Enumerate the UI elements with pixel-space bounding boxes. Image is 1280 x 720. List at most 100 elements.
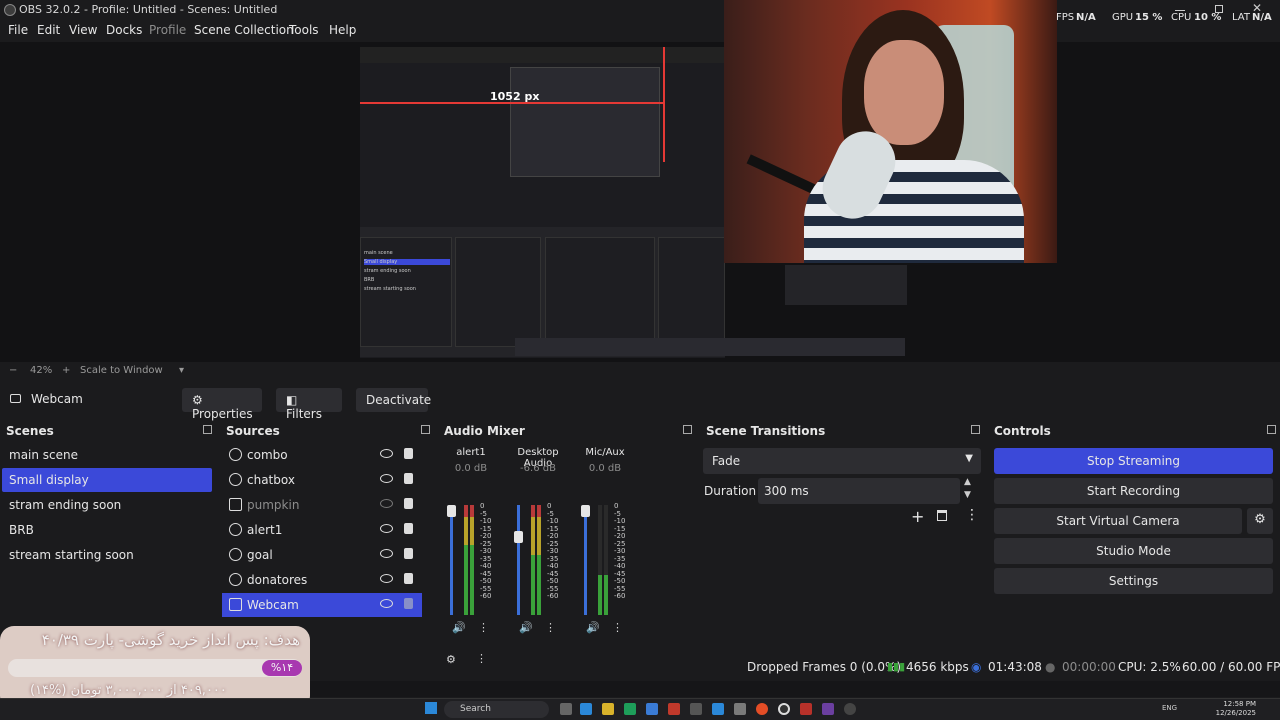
eye-icon[interactable] bbox=[380, 599, 393, 608]
task-view-icon[interactable] bbox=[560, 703, 572, 715]
lock-icon[interactable] bbox=[404, 448, 413, 459]
undock-icon[interactable] bbox=[1267, 425, 1276, 434]
file-explorer-icon[interactable] bbox=[602, 703, 614, 715]
chevron-down-icon[interactable]: ▾ bbox=[179, 365, 184, 376]
lock-icon[interactable] bbox=[404, 498, 413, 509]
stepper-up-icon[interactable]: ▲ bbox=[964, 477, 971, 487]
fader-knob[interactable] bbox=[581, 505, 590, 517]
edge-icon[interactable] bbox=[580, 703, 592, 715]
app-icon[interactable] bbox=[624, 703, 636, 715]
start-recording-button[interactable]: Start Recording bbox=[994, 478, 1273, 504]
eye-icon[interactable] bbox=[380, 574, 393, 583]
eye-icon[interactable] bbox=[380, 549, 393, 558]
source-item[interactable]: pumpkin bbox=[222, 493, 422, 517]
virtual-camera-settings-icon[interactable]: ⚙ bbox=[1247, 508, 1273, 534]
stepper-down-icon[interactable]: ▼ bbox=[964, 490, 971, 500]
menu-docks[interactable]: Docks bbox=[106, 23, 142, 37]
more-icon[interactable]: ⋮ bbox=[478, 621, 489, 634]
menu-profile[interactable]: Profile bbox=[149, 23, 186, 37]
start-virtual-camera-button[interactable]: Start Virtual Camera bbox=[994, 508, 1242, 534]
add-transition-icon[interactable]: + bbox=[911, 507, 924, 526]
app-icon[interactable] bbox=[690, 703, 702, 715]
scene-item[interactable]: main scene bbox=[2, 443, 212, 467]
volume-fader[interactable] bbox=[450, 505, 453, 615]
obs-icon[interactable] bbox=[778, 703, 790, 715]
duration-input[interactable]: 300 ms bbox=[758, 478, 960, 504]
source-item[interactable]: Webcam bbox=[222, 593, 422, 617]
app-icon[interactable] bbox=[712, 703, 724, 715]
app-icon[interactable] bbox=[800, 703, 812, 715]
scene-item[interactable]: BRB bbox=[2, 518, 212, 542]
settings-button[interactable]: Settings bbox=[994, 568, 1273, 594]
bitrate-icon: ▮▮▮ bbox=[887, 660, 906, 673]
eye-icon[interactable] bbox=[380, 474, 393, 483]
filter-icon: ◧ bbox=[286, 393, 298, 407]
language-indicator[interactable]: ENG bbox=[1162, 704, 1177, 712]
app-icon[interactable] bbox=[646, 703, 658, 715]
properties-button[interactable]: ⚙ Properties bbox=[182, 388, 262, 421]
menu-scene-collection[interactable]: Scene Collection bbox=[194, 23, 294, 37]
eye-icon[interactable] bbox=[380, 524, 393, 533]
source-item[interactable]: alert1 bbox=[222, 518, 422, 542]
menu-tools[interactable]: Tools bbox=[289, 23, 319, 37]
more-icon[interactable]: ⋮ bbox=[612, 621, 623, 634]
stop-streaming-button[interactable]: Stop Streaming bbox=[994, 448, 1273, 474]
webcam-feed[interactable] bbox=[724, 0, 1057, 263]
deactivate-button[interactable]: Deactivate bbox=[356, 388, 431, 412]
scene-transitions-dock: Scene Transitions Fade ▼ Duration 300 ms… bbox=[700, 421, 984, 653]
undock-icon[interactable] bbox=[421, 425, 430, 434]
menu-view[interactable]: View bbox=[69, 23, 97, 37]
trash-icon[interactable] bbox=[937, 510, 947, 521]
source-item[interactable]: donatores bbox=[222, 568, 422, 592]
source-item[interactable]: chatbox bbox=[222, 468, 422, 492]
speaker-icon[interactable]: 🔊 bbox=[452, 621, 466, 634]
scene-item[interactable]: Small display bbox=[2, 468, 212, 492]
volume-fader[interactable] bbox=[517, 505, 520, 615]
windows-start-icon[interactable] bbox=[425, 702, 437, 714]
source-item[interactable]: goal bbox=[222, 543, 422, 567]
clock[interactable]: 12:58 PM 12/26/2025 bbox=[1216, 700, 1256, 718]
lock-icon[interactable] bbox=[404, 548, 413, 559]
chrome-icon[interactable] bbox=[756, 703, 768, 715]
scene-item[interactable]: stram ending soon bbox=[2, 493, 212, 517]
studio-mode-button[interactable]: Studio Mode bbox=[994, 538, 1273, 564]
source-item[interactable]: combo bbox=[222, 443, 422, 467]
undock-icon[interactable] bbox=[683, 425, 692, 434]
transition-select[interactable]: Fade ▼ bbox=[703, 448, 981, 474]
lock-icon[interactable] bbox=[404, 523, 413, 534]
channel-db: 0.0 dB bbox=[588, 463, 622, 474]
undock-icon[interactable] bbox=[971, 425, 980, 434]
zoom-in-button[interactable]: + bbox=[62, 365, 70, 376]
filters-button[interactable]: ◧ Filters bbox=[276, 388, 342, 421]
app-icon[interactable] bbox=[844, 703, 856, 715]
source-label: combo bbox=[247, 448, 288, 462]
fader-knob[interactable] bbox=[447, 505, 456, 517]
zoom-out-button[interactable]: − bbox=[9, 365, 17, 376]
fader-knob[interactable] bbox=[514, 531, 523, 543]
fps-value: N/A bbox=[1076, 12, 1096, 23]
menu-file[interactable]: File bbox=[8, 23, 28, 37]
scale-mode-select[interactable]: Scale to Window bbox=[80, 365, 163, 376]
menu-help[interactable]: Help bbox=[329, 23, 356, 37]
app-icon[interactable] bbox=[734, 703, 746, 715]
scene-item[interactable]: stream starting soon bbox=[2, 543, 212, 567]
taskbar-search[interactable]: Search bbox=[444, 701, 549, 718]
speaker-icon[interactable]: 🔊 bbox=[586, 621, 600, 634]
lock-icon[interactable] bbox=[404, 573, 413, 584]
preview-canvas[interactable]: main scene Small display stram ending so… bbox=[360, 47, 725, 358]
volume-fader[interactable] bbox=[584, 505, 587, 615]
more-icon[interactable]: ⋮ bbox=[545, 621, 556, 634]
undock-icon[interactable] bbox=[203, 425, 212, 434]
lat-label: LAT bbox=[1232, 12, 1250, 23]
eye-icon[interactable] bbox=[380, 449, 393, 458]
more-icon[interactable]: ⋮ bbox=[965, 507, 979, 523]
app-icon[interactable] bbox=[668, 703, 680, 715]
lock-icon[interactable] bbox=[404, 473, 413, 484]
lock-icon[interactable] bbox=[404, 598, 413, 609]
speaker-icon[interactable]: 🔊 bbox=[519, 621, 533, 634]
camera-icon bbox=[10, 394, 21, 403]
menu-edit[interactable]: Edit bbox=[37, 23, 60, 37]
app-icon[interactable] bbox=[822, 703, 834, 715]
stream-time: 01:43:08 bbox=[988, 660, 1042, 674]
eye-hidden-icon[interactable] bbox=[380, 499, 393, 508]
